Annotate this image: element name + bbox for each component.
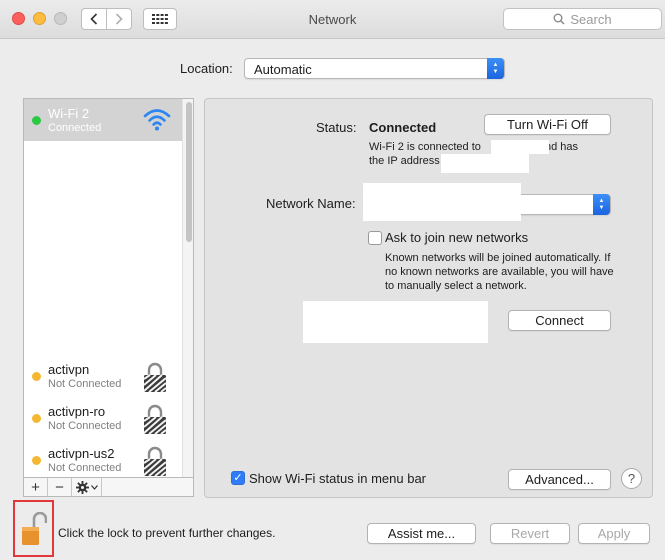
add-service-button[interactable]: + (24, 478, 48, 496)
status-dot (32, 456, 41, 465)
advanced-button[interactable]: Advanced... (508, 469, 611, 490)
connect-button[interactable]: Connect (508, 310, 611, 331)
location-value: Automatic (254, 62, 312, 77)
service-list-scrollbar[interactable] (182, 99, 193, 477)
ask-join-label[interactable]: Ask to join new networks (385, 230, 528, 245)
chevron-down-icon (90, 484, 98, 490)
help-button[interactable]: ? (621, 468, 642, 489)
search-field[interactable]: Search (503, 8, 662, 30)
status-dot (32, 372, 41, 381)
location-label: Location: (180, 61, 233, 76)
service-status: Connected (48, 122, 102, 134)
service-name: activpn (48, 362, 90, 377)
apply-button[interactable]: Apply (578, 523, 650, 544)
service-item-activpn-ro[interactable]: activpn-ro Not Connected (24, 397, 182, 439)
location-popup[interactable]: Automatic ▲ ▼ (244, 58, 505, 79)
gear-icon (75, 480, 89, 494)
network-name-label: Network Name: (266, 196, 356, 211)
redacted-area (441, 154, 529, 173)
service-status: Not Connected (48, 378, 122, 390)
redacted-area (491, 140, 549, 154)
ask-join-description: Known networks will be joined automatica… (385, 252, 614, 292)
remove-service-button[interactable]: − (48, 478, 72, 496)
service-list[interactable]: Wi-Fi 2 Connected activpn Not Connected … (23, 98, 194, 478)
popup-arrows-icon: ▲ ▼ (487, 58, 504, 79)
scroll-thumb[interactable] (186, 102, 192, 242)
status-label: Status: (316, 120, 357, 135)
popup-arrows-icon: ▲ ▼ (593, 194, 610, 215)
lock-hint-text: Click the lock to prevent further change… (58, 526, 276, 540)
status-description-line-2: the IP address (369, 155, 440, 167)
service-item-wifi-2[interactable]: Wi-Fi 2 Connected (24, 99, 182, 141)
service-status: Not Connected (48, 420, 122, 432)
service-status: Not Connected (48, 462, 122, 474)
redacted-area (363, 183, 521, 221)
revert-button[interactable]: Revert (490, 523, 570, 544)
status-dot (32, 116, 41, 125)
service-item-activpn-us2[interactable]: activpn-us2 Not Connected (24, 439, 182, 477)
status-dot (32, 414, 41, 423)
redacted-area (303, 301, 488, 343)
wifi-icon (143, 109, 171, 131)
service-actions-button[interactable] (72, 478, 102, 496)
lock-icon (143, 362, 167, 393)
show-wifi-status-label[interactable]: Show Wi-Fi status in menu bar (249, 471, 426, 486)
status-value: Connected (369, 120, 437, 135)
lock-icon (143, 446, 167, 477)
service-name: activpn-us2 (48, 446, 115, 461)
service-item-activpn[interactable]: activpn Not Connected (24, 355, 182, 397)
detail-panel: Status: Connected Turn Wi-Fi Off Wi-Fi 2… (204, 98, 653, 498)
search-placeholder: Search (570, 11, 612, 27)
unlocked-padlock-icon (22, 512, 47, 545)
service-name: activpn-ro (48, 404, 106, 419)
assist-me-button[interactable]: Assist me... (367, 523, 476, 544)
redacted-area (24, 143, 182, 351)
lock-icon (143, 404, 167, 435)
show-wifi-status-checkbox[interactable]: ✓ (231, 471, 245, 485)
ask-join-checkbox[interactable] (368, 231, 382, 245)
search-icon (553, 13, 565, 25)
turn-wifi-off-button[interactable]: Turn Wi-Fi Off (484, 114, 611, 135)
service-list-toolbar: + − (23, 477, 194, 497)
title-bar: Network Search (0, 0, 665, 39)
lock-button[interactable] (13, 500, 54, 557)
service-name: Wi-Fi 2 (48, 106, 90, 121)
